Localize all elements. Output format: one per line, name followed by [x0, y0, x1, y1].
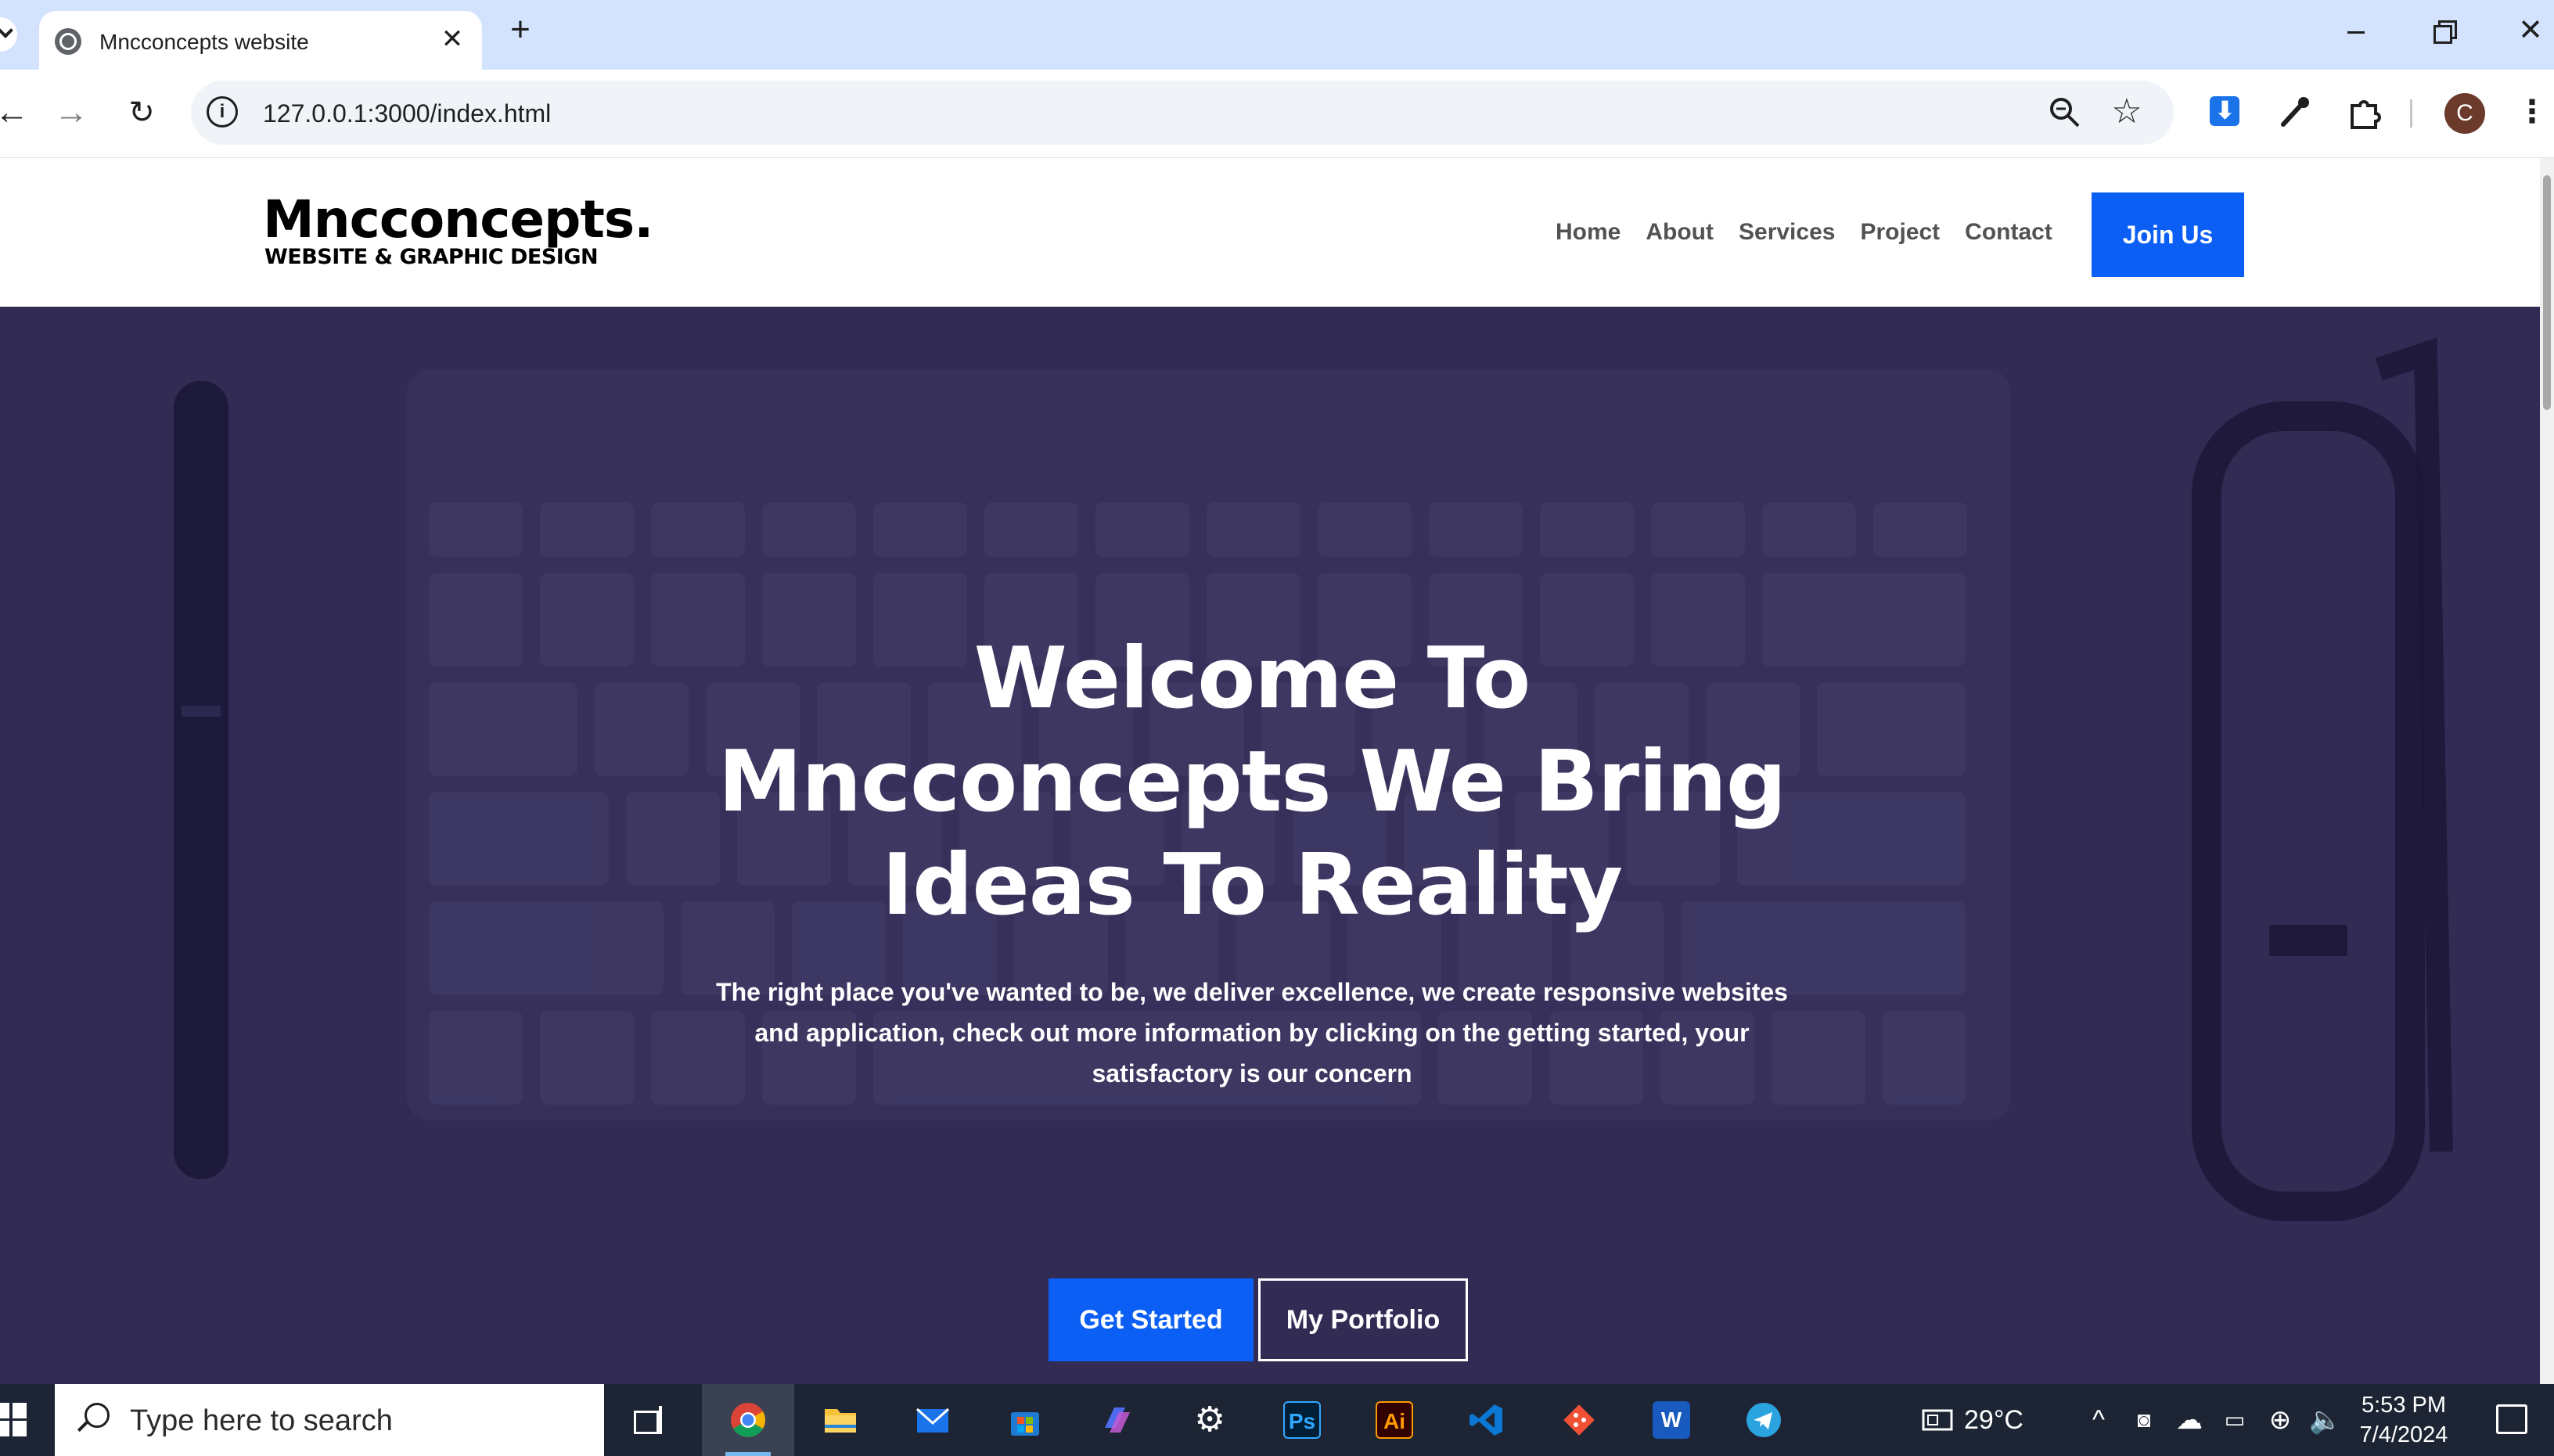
- notification-icon[interactable]: [2496, 1404, 2527, 1434]
- eyedropper-icon[interactable]: [2274, 92, 2315, 132]
- task-view-icon[interactable]: [631, 1404, 664, 1436]
- vscode-icon: [1469, 1404, 1502, 1436]
- page-scrollbar[interactable]: [2540, 158, 2554, 1384]
- hero-description: The right place you've wanted to be, we …: [681, 972, 1823, 1094]
- hero-heading: Welcome To Mncconcepts We Bring Ideas To…: [0, 627, 2504, 937]
- kebab-menu-icon[interactable]: ⋮: [2512, 92, 2552, 132]
- folder-icon: [825, 1409, 856, 1433]
- site-header: Mncconcepts. WEBSITE & GRAPHIC DESIGN Ho…: [0, 158, 2540, 307]
- browser-tab-strip: Mncconcepts website ✕ + ✕: [0, 0, 2554, 70]
- my-portfolio-button[interactable]: My Portfolio: [1258, 1278, 1468, 1361]
- get-started-button[interactable]: Get Started: [1049, 1278, 1254, 1361]
- telegram-icon: [1746, 1403, 1781, 1437]
- chrome-icon: [731, 1403, 765, 1437]
- restore-button[interactable]: [2421, 11, 2468, 50]
- web-page: Mncconcepts. WEBSITE & GRAPHIC DESIGN Ho…: [0, 158, 2540, 1384]
- address-bar[interactable]: i 127.0.0.1:3000/index.html ☆: [191, 81, 2174, 145]
- copilot-icon: [1105, 1407, 1130, 1433]
- browser-tab[interactable]: Mncconcepts website ✕: [39, 11, 482, 70]
- site-info-icon[interactable]: i: [207, 96, 238, 128]
- chrome-app[interactable]: [702, 1384, 794, 1456]
- clock-time: 5:53 PM: [2362, 1393, 2446, 1418]
- taskbar-search-box[interactable]: Type here to search: [55, 1384, 604, 1456]
- word-icon: W: [1653, 1401, 1690, 1439]
- photoshop-app[interactable]: Ps: [1256, 1384, 1348, 1456]
- gear-icon: ⚙: [1194, 1400, 1225, 1439]
- git-icon: [1563, 1404, 1595, 1436]
- profile-avatar[interactable]: C: [2444, 93, 2485, 134]
- chevron-down-icon: [0, 23, 13, 38]
- onedrive-icon[interactable]: ☁: [2172, 1403, 2207, 1437]
- speaker-icon[interactable]: 🔈: [2308, 1403, 2343, 1437]
- windows-start-icon[interactable]: [0, 1403, 31, 1437]
- weather-icon[interactable]: [1920, 1403, 1955, 1437]
- mail-app[interactable]: [887, 1384, 979, 1456]
- scrollbar-thumb[interactable]: [2543, 175, 2551, 410]
- hero-description-line: The right place you've wanted to be, we …: [716, 978, 1788, 1006]
- meet-now-icon[interactable]: ◙: [2127, 1403, 2161, 1437]
- site-logo[interactable]: Mncconcepts. WEBSITE & GRAPHIC DESIGN: [263, 194, 653, 269]
- globe-network-icon[interactable]: ⊕: [2263, 1403, 2297, 1437]
- hero-description-line: satisfactory is our concern: [1092, 1059, 1412, 1088]
- weather-temperature[interactable]: 29°C: [1964, 1384, 2023, 1456]
- settings-app[interactable]: ⚙: [1164, 1384, 1256, 1456]
- tab-title: Mncconcepts website: [99, 30, 309, 54]
- tab-search-button[interactable]: [0, 17, 17, 52]
- nav-project[interactable]: Project: [1860, 219, 1940, 246]
- new-tab-button[interactable]: +: [502, 13, 538, 49]
- file-explorer-app[interactable]: [794, 1384, 887, 1456]
- nav-about[interactable]: About: [1646, 219, 1714, 246]
- battery-icon[interactable]: ▭: [2218, 1403, 2252, 1437]
- store-bag-icon: [1011, 1412, 1039, 1436]
- forward-arrow-icon[interactable]: →: [52, 93, 91, 132]
- main-nav: Home About Services Project Contact: [1556, 219, 2052, 246]
- hero-heading-line: Mncconcepts We Bring: [718, 733, 1787, 831]
- mail-icon: [915, 1407, 950, 1433]
- bookmark-star-icon[interactable]: ☆: [2108, 93, 2146, 131]
- illustrator-app[interactable]: Ai: [1348, 1384, 1441, 1456]
- toolbar-divider: [2410, 99, 2412, 128]
- git-app[interactable]: [1533, 1384, 1625, 1456]
- hero-heading-line: Welcome To: [973, 630, 1531, 728]
- search-placeholder[interactable]: Type here to search: [130, 1404, 393, 1438]
- nav-home[interactable]: Home: [1556, 219, 1621, 246]
- logo-tagline: WEBSITE & GRAPHIC DESIGN: [264, 245, 599, 269]
- nav-services[interactable]: Services: [1739, 219, 1835, 246]
- vscode-app[interactable]: [1441, 1384, 1533, 1456]
- logo-wordmark: Mncconcepts.: [263, 189, 653, 250]
- microsoft-store-app[interactable]: [979, 1384, 1071, 1456]
- illustrator-icon: Ai: [1376, 1401, 1413, 1439]
- close-window-button[interactable]: ✕: [2507, 11, 2554, 50]
- tab-close-icon[interactable]: ✕: [437, 23, 468, 55]
- browser-toolbar: ← → ↻ i 127.0.0.1:3000/index.html ☆ ⬇ C …: [0, 70, 2554, 158]
- url-text[interactable]: 127.0.0.1:3000/index.html: [263, 99, 551, 128]
- chevron-up-icon[interactable]: ^: [2081, 1403, 2116, 1437]
- telegram-app[interactable]: [1718, 1384, 1810, 1456]
- copilot-app[interactable]: [1071, 1384, 1164, 1456]
- hero-heading-line: Ideas To Reality: [882, 836, 1623, 934]
- hero-section: Welcome To Mncconcepts We Bring Ideas To…: [0, 307, 2540, 1384]
- nav-contact[interactable]: Contact: [1965, 219, 2052, 246]
- search-icon: [75, 1403, 110, 1436]
- globe-icon: [55, 28, 81, 55]
- reload-icon[interactable]: ↻: [122, 93, 161, 132]
- download-icon[interactable]: ⬇: [2203, 92, 2244, 132]
- windows-taskbar: Type here to search ⚙ Ps Ai W 29°C ^ ◙ ☁…: [0, 1384, 2554, 1456]
- word-app[interactable]: W: [1625, 1384, 1718, 1456]
- photoshop-icon: Ps: [1283, 1401, 1321, 1439]
- back-arrow-icon[interactable]: ←: [0, 93, 31, 132]
- minimize-button[interactable]: [2332, 11, 2379, 50]
- hero-description-line: and application, check out more informat…: [754, 1019, 1750, 1047]
- zoom-icon[interactable]: [2045, 93, 2083, 131]
- join-us-button[interactable]: Join Us: [2092, 192, 2244, 277]
- clock-date: 7/4/2024: [2359, 1422, 2448, 1447]
- taskbar-clock[interactable]: 5:53 PM 7/4/2024: [2355, 1390, 2452, 1450]
- extensions-icon[interactable]: [2344, 92, 2385, 132]
